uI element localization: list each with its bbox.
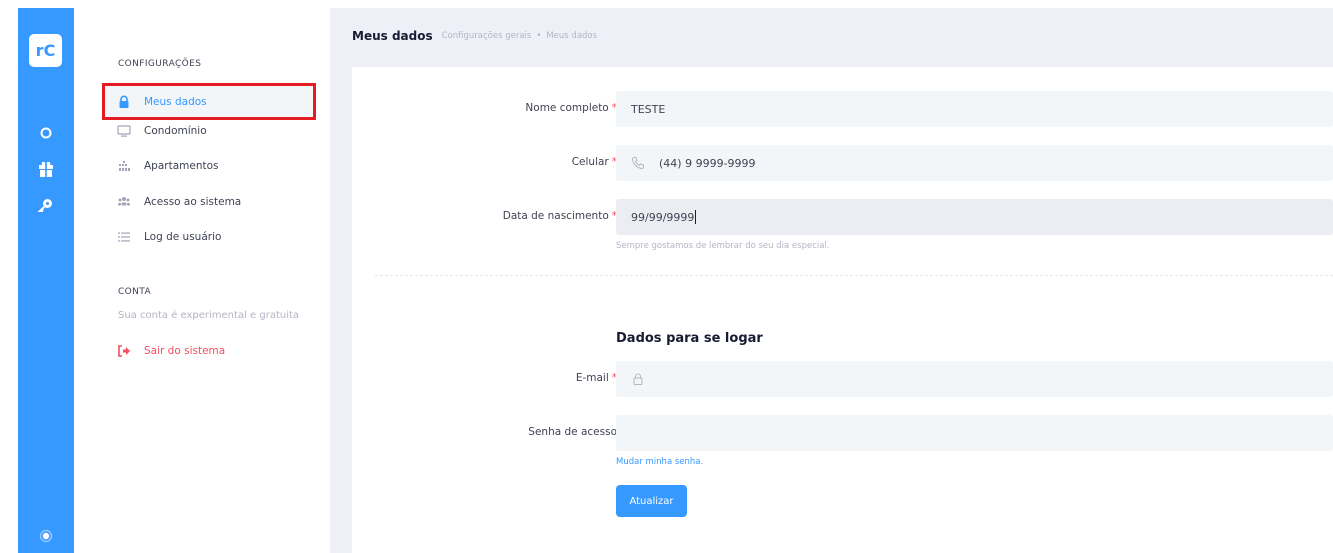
sidebar-item-meus-dados[interactable]: Meus dados xyxy=(102,83,316,120)
sidebar-item-label: Apartamentos xyxy=(144,160,219,172)
email-field[interactable] xyxy=(616,361,1333,397)
text-caret xyxy=(695,210,697,224)
name-label-text: Nome completo xyxy=(525,102,609,114)
circle-icon[interactable] xyxy=(37,124,55,142)
phone-value: (44) 9 9999-9999 xyxy=(659,156,756,170)
sidebar-item-label: Log de usuário xyxy=(144,231,222,243)
birth-date-field[interactable]: 99/99/9999 xyxy=(616,199,1333,235)
key-icon[interactable] xyxy=(37,196,55,214)
logout-button[interactable]: Sair do sistema xyxy=(102,338,316,364)
name-label: Nome completo * xyxy=(377,102,617,114)
section-divider xyxy=(375,275,1333,276)
phone-label-text: Celular xyxy=(571,156,609,168)
page-title: Meus dados xyxy=(352,29,433,43)
profile-form-card: Nome completo * TESTE Celular * (44) 9 999… xyxy=(352,67,1333,553)
sidebar-item-acesso-ao-sistema[interactable]: Acesso ao sistema xyxy=(102,189,316,215)
app: rC CONFIGURAÇÕES Meus dados Condomínio A… xyxy=(0,0,1333,553)
phone-label: Celular * xyxy=(377,156,617,168)
settings-icon[interactable] xyxy=(37,527,55,545)
update-button[interactable]: Atualizar xyxy=(616,485,687,517)
sidebar-item-label: Acesso ao sistema xyxy=(144,196,242,208)
birth-date-value: 99/99/9999 xyxy=(631,210,695,224)
birth-date-hint: Sempre gostamos de lembrar do seu dia es… xyxy=(616,241,830,251)
email-label-text: E-mail xyxy=(575,372,609,384)
email-label: E-mail * xyxy=(377,372,617,384)
password-field[interactable] xyxy=(616,415,1333,451)
breadcrumb-item-meus-dados[interactable]: Meus dados xyxy=(546,31,597,41)
phone-field[interactable]: (44) 9 9999-9999 xyxy=(616,145,1333,181)
main-content: Meus dados Configurações gerais • Meus dad… xyxy=(330,8,1333,553)
password-label: Senha de acesso xyxy=(377,426,617,438)
section-title-configuracoes: CONFIGURAÇÕES xyxy=(118,59,202,69)
sidebar-item-log-de-usuario[interactable]: Log de usuário xyxy=(102,224,316,250)
breadcrumb: Configurações gerais • Meus dados xyxy=(442,31,597,41)
birth-date-label: Data de nascimento * xyxy=(377,210,617,222)
phone-icon xyxy=(631,156,645,170)
building-icon xyxy=(117,159,131,173)
full-name-field[interactable]: TESTE xyxy=(616,91,1333,127)
section-title-conta: CONTA xyxy=(118,287,152,297)
account-note: Sua conta é experimental e gratuita xyxy=(118,310,300,321)
settings-sidebar: CONFIGURAÇÕES Meus dados Condomínio Apar… xyxy=(74,8,330,553)
list-icon xyxy=(117,230,131,244)
app-logo[interactable]: rC xyxy=(29,34,62,67)
change-password-link[interactable]: Mudar minha senha. xyxy=(616,457,703,467)
gift-icon[interactable] xyxy=(37,160,55,178)
users-icon xyxy=(117,195,131,209)
logout-label: Sair do sistema xyxy=(144,345,226,357)
sidebar-item-condominio[interactable]: Condomínio xyxy=(102,118,316,144)
breadcrumb-separator: • xyxy=(536,31,542,41)
sidebar-item-apartamentos[interactable]: Apartamentos xyxy=(102,153,316,179)
password-label-text: Senha de acesso xyxy=(528,426,617,438)
subheader: Meus dados Configurações gerais • Meus dad… xyxy=(352,28,597,44)
sidebar-item-label: Meus dados xyxy=(144,95,207,108)
sidebar-item-label: Condomínio xyxy=(144,125,207,137)
birth-date-label-text: Data de nascimento xyxy=(502,210,609,222)
full-name-value: TESTE xyxy=(631,102,666,116)
icon-rail: rC xyxy=(18,8,74,553)
breadcrumb-item-configuracoes-gerais[interactable]: Configurações gerais xyxy=(442,31,532,41)
lock-icon xyxy=(631,372,645,386)
login-section-heading: Dados para se logar xyxy=(616,331,763,346)
monitor-icon xyxy=(117,124,131,138)
sign-out-icon xyxy=(117,344,131,358)
lock-icon xyxy=(117,95,131,109)
